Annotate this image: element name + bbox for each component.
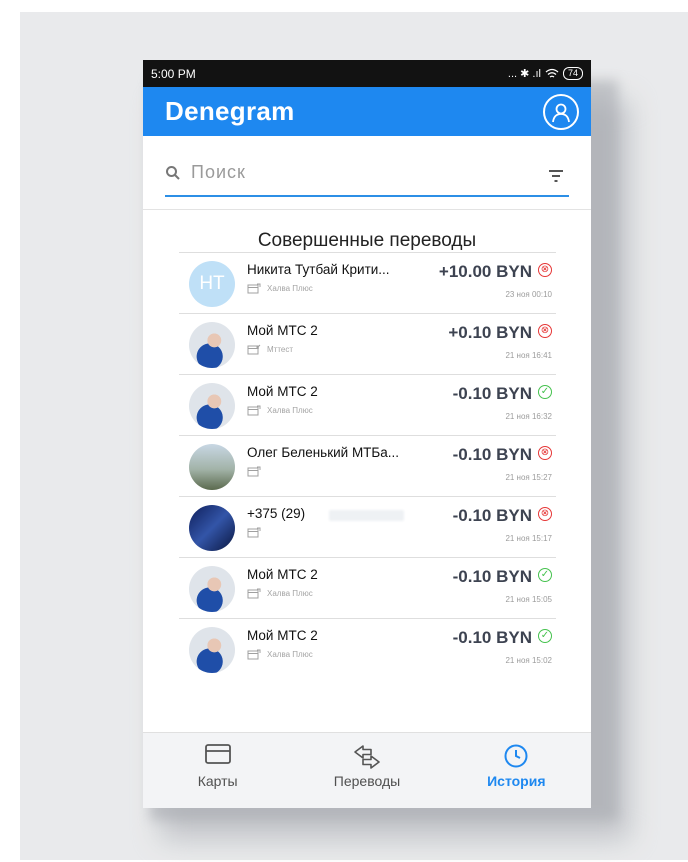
status-failed-icon: ⊗ (538, 446, 552, 460)
status-failed-icon: ⊗ (538, 324, 552, 338)
tab-label: Карты (197, 773, 238, 789)
card-outgoing-icon (247, 466, 261, 477)
avatar (189, 383, 235, 429)
transaction-amount: -0.10 BYN (452, 506, 532, 525)
search-input[interactable] (189, 161, 547, 184)
transaction-amount: -0.10 BYN (452, 567, 532, 586)
status-time: 5:00 PM (151, 66, 196, 81)
transaction-row[interactable]: Мой МТС 2 Халва Плюс -0.10 BYN ✓ 21 ноя … (179, 557, 556, 618)
tab-transfers[interactable]: Переводы (292, 733, 441, 808)
transfer-arrows-icon (354, 745, 380, 769)
app-title: Denegram (165, 96, 295, 126)
card-outgoing-icon (247, 527, 261, 538)
transaction-date: 21 ноя 15:17 (505, 534, 552, 543)
transaction-amount: -0.10 BYN (452, 628, 532, 647)
transaction-amount: +0.10 BYN (448, 323, 532, 342)
status-failed-icon: ⊗ (538, 263, 552, 277)
transaction-card: Халва Плюс (247, 588, 313, 599)
transaction-card: Мттест (247, 344, 293, 355)
card-outgoing-icon (247, 283, 261, 294)
redacted-number (329, 510, 404, 521)
user-circle-icon (552, 103, 570, 122)
transaction-row[interactable]: НТ Никита Тутбай Крити... Халва Плюс +10… (179, 252, 556, 313)
app-bar: Denegram (143, 87, 591, 136)
search-icon (166, 165, 180, 180)
transaction-name: Никита Тутбай Крити... (247, 262, 390, 277)
bottom-tab-bar: Карты Переводы История (143, 732, 591, 808)
tab-label: История (487, 773, 546, 789)
transaction-date: 21 ноя 16:32 (505, 412, 552, 421)
transaction-card: Халва Плюс (247, 649, 313, 660)
card-name: Халва Плюс (267, 650, 313, 659)
transaction-card: Халва Плюс (247, 283, 313, 294)
transaction-card: Халва Плюс (247, 405, 313, 416)
avatar: НТ (189, 261, 235, 307)
status-failed-icon: ⊗ (538, 507, 552, 521)
avatar (189, 444, 235, 490)
card-icon (204, 744, 231, 764)
status-success-icon: ✓ (538, 568, 552, 582)
transaction-name: Мой МТС 2 (247, 384, 318, 399)
signal-indicators: ... ✱ .ıl (507, 68, 541, 80)
transactions-list: НТ Никита Тутбай Крити... Халва Плюс +10… (179, 252, 556, 679)
transaction-row[interactable]: Мой МТС 2 Халва Плюс -0.10 BYN ✓ 21 ноя … (179, 618, 556, 679)
transaction-date: 23 ноя 00:10 (505, 290, 552, 299)
battery-indicator: 74 (562, 67, 583, 80)
transaction-date: 21 ноя 15:02 (505, 656, 552, 665)
status-success-icon: ✓ (538, 385, 552, 399)
transaction-name: Мой МТС 2 (247, 323, 318, 338)
card-name: Мттест (267, 345, 294, 354)
transaction-amount: +10.00 BYN (438, 262, 532, 281)
card-name: Халва Плюс (267, 284, 313, 293)
search-bar (165, 150, 569, 197)
phone-screen: 5:00 PM ... ✱ .ıl 74 Denegram Поиск Сове… (143, 60, 591, 808)
clock-icon (504, 744, 528, 768)
transaction-date: 21 ноя 15:27 (505, 473, 552, 482)
tab-label: Переводы (333, 773, 401, 789)
transaction-row[interactable]: Мой МТС 2 Мттест +0.10 BYN ⊗ 21 ноя 16:4… (179, 313, 556, 374)
search-area (143, 136, 591, 210)
transaction-amount: -0.10 BYN (452, 384, 532, 403)
transaction-amount: -0.10 BYN (452, 445, 532, 464)
avatar (189, 627, 235, 673)
tab-cards[interactable]: Карты (143, 733, 292, 808)
status-icons: ... ✱ .ıl 74 (508, 67, 583, 80)
transaction-name: Олег Беленький МТБа... (247, 445, 400, 460)
transaction-card (247, 466, 267, 477)
card-incoming-icon (247, 344, 261, 355)
card-outgoing-icon (247, 649, 261, 660)
filter-icon[interactable] (547, 169, 565, 183)
transaction-date: 21 ноя 16:41 (505, 351, 552, 360)
card-outgoing-icon (247, 405, 261, 416)
card-outgoing-icon (247, 588, 261, 599)
avatar (189, 505, 235, 551)
wifi-icon (545, 68, 559, 78)
tab-history[interactable]: История (442, 733, 591, 808)
transaction-row[interactable]: +375 (29) -0.10 BYN ⊗ 21 ноя 15:17 (179, 496, 556, 557)
avatar (189, 322, 235, 368)
transaction-name: Мой МТС 2 (247, 567, 318, 582)
transaction-row[interactable]: Олег Беленький МТБа... -0.10 BYN ⊗ 21 но… (179, 435, 556, 496)
card-name: Халва Плюс (267, 589, 313, 598)
transaction-row[interactable]: Мой МТС 2 Халва Плюс -0.10 BYN ✓ 21 ноя … (179, 374, 556, 435)
transaction-date: 21 ноя 15:05 (505, 595, 552, 604)
profile-button[interactable] (543, 93, 579, 130)
transaction-name: Мой МТС 2 (247, 628, 318, 643)
status-bar: 5:00 PM ... ✱ .ıl 74 (143, 60, 591, 87)
transaction-card (247, 527, 267, 538)
card-name: Халва Плюс (267, 406, 313, 415)
status-success-icon: ✓ (538, 629, 552, 643)
avatar (189, 566, 235, 612)
